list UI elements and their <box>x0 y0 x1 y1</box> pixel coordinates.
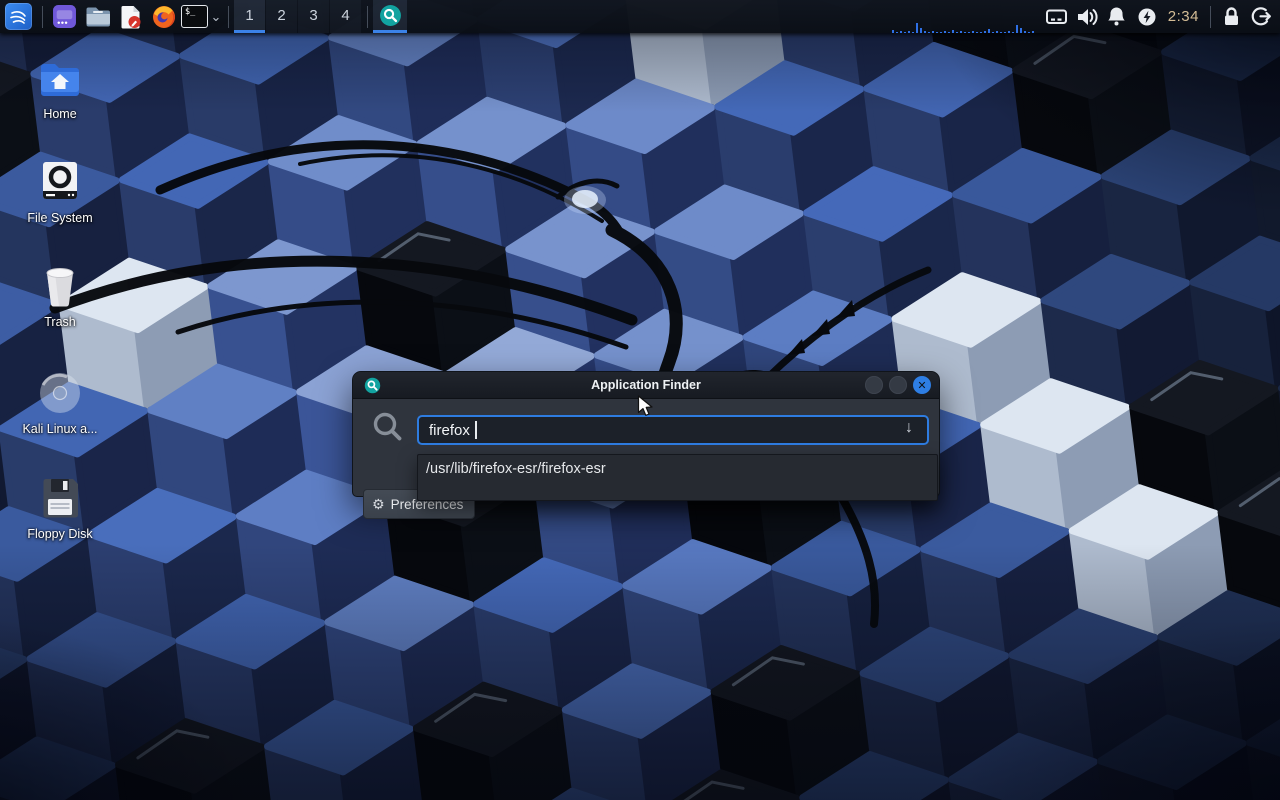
launcher-files-app[interactable] <box>48 0 81 33</box>
system-tray: 2:34 <box>1042 0 1280 33</box>
desktop-icon-label: Trash <box>44 315 76 329</box>
workspace-label: 3 <box>309 7 317 24</box>
completion-item-firefox-esr[interactable]: /usr/lib/firefox-esr/firefox-esr <box>418 455 937 482</box>
top-panel: $_ ⌄ 1 2 3 4 <box>0 0 1280 33</box>
trash-can-icon <box>41 264 79 308</box>
cdrom-disc-icon <box>38 371 82 415</box>
workspace-4-button[interactable]: 4 <box>330 0 361 33</box>
hard-disk-icon <box>40 160 80 204</box>
search-icon <box>370 409 406 450</box>
desktop-icon-label: Floppy Disk <box>27 527 92 541</box>
workspace-2-button[interactable]: 2 <box>266 0 297 33</box>
desktop-icon-floppy[interactable]: Floppy Disk <box>8 476 112 541</box>
desktop-icon-label: Kali Linux a... <box>22 422 97 436</box>
power-bolt-icon <box>1137 7 1157 27</box>
notifications-tray-button[interactable] <box>1104 0 1130 33</box>
network-icon <box>1045 8 1068 26</box>
launcher-dropdown-chevron-icon[interactable]: ⌄ <box>209 9 223 25</box>
desktop-icon-kali-cd[interactable]: Kali Linux a... <box>8 371 112 436</box>
workspace-label: 2 <box>277 7 285 24</box>
panel-separator <box>367 6 368 28</box>
desktop: Home File System <box>0 0 1280 800</box>
close-button[interactable]: ✕ <box>913 376 931 394</box>
logout-button[interactable] <box>1248 0 1274 33</box>
floppy-disk-icon <box>40 476 80 520</box>
search-completion-dropdown: /usr/lib/firefox-esr/firefox-esr <box>417 454 938 501</box>
text-caret <box>475 421 477 439</box>
network-tray-button[interactable] <box>1044 0 1070 33</box>
titlebar[interactable]: Application Finder ✕ <box>353 372 939 399</box>
workspace-1-button[interactable]: 1 <box>234 0 265 33</box>
desktop-icon-label: Home <box>43 107 76 121</box>
volume-tray-button[interactable] <box>1074 0 1100 33</box>
power-manager-tray-button[interactable] <box>1134 0 1160 33</box>
kali-logo-icon <box>5 3 32 30</box>
terminal-icon: $_ <box>181 5 208 28</box>
panel-separator <box>228 6 229 28</box>
home-folder-icon <box>38 56 82 100</box>
panel-activity-graph <box>892 21 1034 33</box>
lock-screen-button[interactable] <box>1218 0 1244 33</box>
launcher-text-editor[interactable] <box>114 0 147 33</box>
workspace-3-button[interactable]: 3 <box>298 0 329 33</box>
desktop-icon-file-system[interactable]: File System <box>8 160 112 225</box>
firefox-icon <box>152 5 176 29</box>
applications-menu-button[interactable] <box>0 0 37 33</box>
launcher-terminal[interactable]: $_ <box>180 0 209 33</box>
desktop-icon-label: File System <box>27 211 92 225</box>
desktop-icon-home[interactable]: Home <box>8 56 112 121</box>
application-finder-icon <box>379 4 402 27</box>
logout-icon <box>1251 6 1272 27</box>
minimize-button[interactable] <box>865 376 883 394</box>
clock[interactable]: 2:34 <box>1168 8 1199 25</box>
text-editor-icon <box>120 4 142 29</box>
close-icon: ✕ <box>917 379 926 392</box>
launcher-file-manager[interactable] <box>81 0 114 33</box>
desktop-icon-trash[interactable]: Trash <box>8 264 112 329</box>
speaker-icon <box>1075 7 1099 27</box>
window-title: Application Finder <box>353 378 939 392</box>
launcher-firefox[interactable] <box>147 0 180 33</box>
bell-icon <box>1107 6 1126 27</box>
workspace-label: 1 <box>245 7 253 24</box>
folder-icon <box>85 6 111 27</box>
maximize-button[interactable] <box>889 376 907 394</box>
panel-separator <box>1210 6 1211 28</box>
gear-icon: ⚙ <box>372 496 385 513</box>
taskbar-application-finder-button[interactable] <box>373 0 407 33</box>
combo-down-arrow-icon[interactable]: ↓ <box>905 419 913 437</box>
workspace-label: 4 <box>341 7 349 24</box>
lock-icon <box>1222 6 1241 27</box>
purple-app-icon <box>52 4 77 29</box>
search-input[interactable] <box>417 415 929 445</box>
terminal-glyph: $_ <box>185 7 195 17</box>
panel-separator <box>42 6 43 28</box>
